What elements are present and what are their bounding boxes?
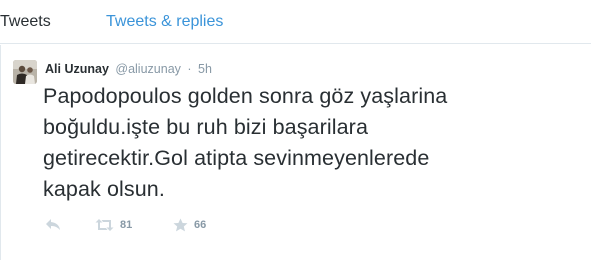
tweet-text-line: getirecektir.Gol atipta sevinmeyenlerede — [43, 146, 430, 170]
author-username[interactable]: @aliuzunay — [115, 62, 181, 76]
star-icon — [173, 218, 188, 232]
tab-tweets[interactable]: Tweets — [0, 12, 51, 32]
retweet-button[interactable]: 81 — [95, 217, 132, 233]
tweet[interactable]: Ali Uzunay @aliuzunay · 5h Papodopoulos … — [0, 45, 591, 260]
retweet-icon — [95, 219, 114, 231]
header-separator: · — [187, 62, 192, 76]
avatar-photo — [13, 60, 37, 84]
reply-icon — [46, 219, 60, 230]
tweet-text: Papodopoulos golden sonra göz yaşlarina … — [43, 81, 583, 205]
retweet-count: 81 — [120, 219, 133, 231]
tweet-text-line: boğuldu.işte bu ruh bizi başarilara — [43, 115, 369, 139]
author-fullname[interactable]: Ali Uzunay — [45, 62, 109, 76]
tweet-timestamp[interactable]: 5h — [198, 62, 212, 76]
tweet-text-line: kapak olsun. — [43, 177, 165, 201]
tweet-header: Ali Uzunay @aliuzunay · 5h — [45, 60, 212, 78]
tweet-text-line: Papodopoulos golden sonra göz yaşlarina — [43, 84, 448, 108]
favorite-count: 66 — [194, 219, 207, 231]
tab-tweets-and-replies[interactable]: Tweets & replies — [106, 12, 223, 32]
tweet-actions: 81 66 — [45, 217, 345, 233]
reply-button[interactable] — [45, 217, 61, 233]
favorite-button[interactable]: 66 — [173, 217, 206, 233]
profile-tabs: Tweets Tweets & replies — [0, 0, 591, 44]
avatar[interactable] — [13, 60, 37, 84]
